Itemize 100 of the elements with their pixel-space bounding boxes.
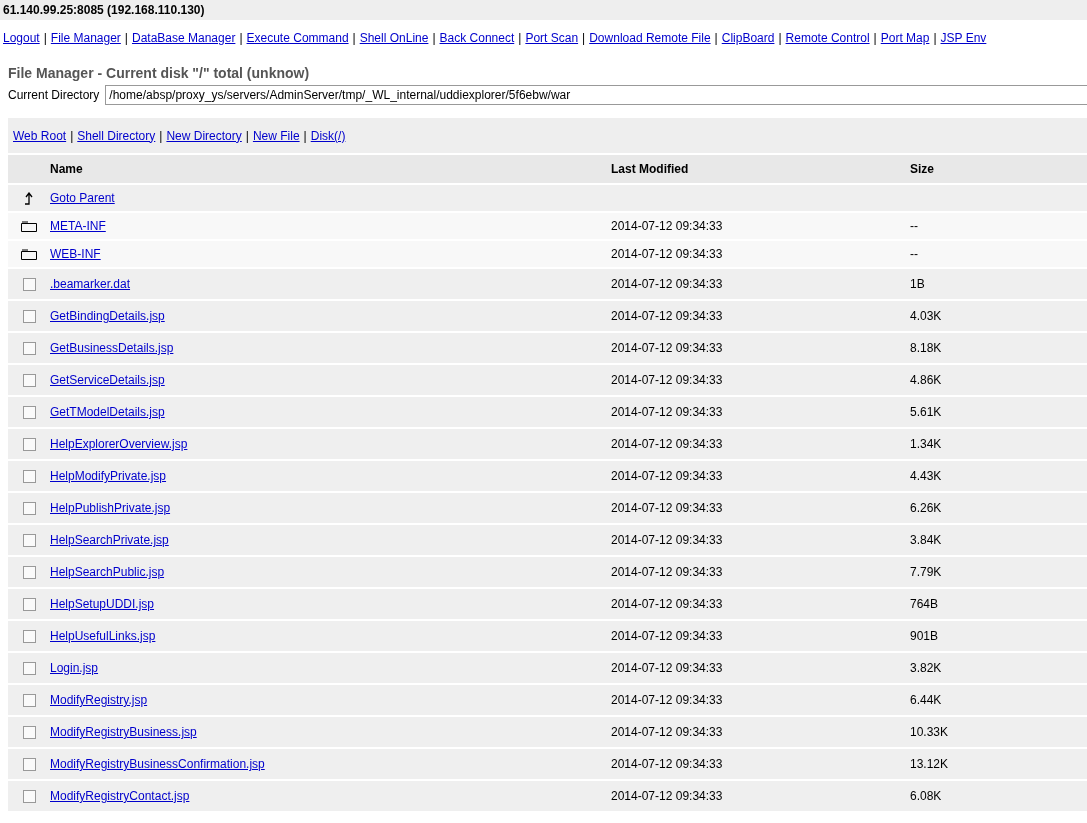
nav-link[interactable]: Download Remote File — [589, 31, 711, 45]
file-link[interactable]: ModifyRegistryBusiness.jsp — [50, 725, 197, 739]
separator: | — [777, 31, 783, 45]
file-size: 4.03K — [910, 309, 942, 323]
checkbox[interactable] — [22, 406, 36, 420]
modified-date: 2014-07-12 09:34:33 — [611, 789, 723, 803]
separator: | — [123, 31, 129, 45]
nav-link[interactable]: Port Scan — [525, 31, 579, 45]
nav-link[interactable]: DataBase Manager — [132, 31, 236, 45]
modified-date: 2014-07-12 09:34:33 — [611, 629, 723, 643]
separator: | — [431, 31, 437, 45]
column-header: Name — [50, 162, 83, 176]
file-link[interactable]: GetBusinessDetails.jsp — [50, 341, 174, 355]
file-size: 3.84K — [910, 533, 942, 547]
modified-date: 2014-07-12 09:34:33 — [611, 469, 723, 483]
host-address: 61.140.99.25:8085 (192.168.110.130) — [3, 3, 205, 17]
toolbar-link[interactable]: Web Root — [13, 128, 67, 143]
checkbox[interactable] — [22, 374, 36, 388]
nav-link[interactable]: Back Connect — [439, 31, 515, 45]
checkbox[interactable] — [22, 694, 36, 708]
modified-date: 2014-07-12 09:34:33 — [611, 693, 723, 707]
checkbox[interactable] — [22, 310, 36, 324]
toolbar-link[interactable]: New File — [252, 128, 300, 143]
modified-date: 2014-07-12 09:34:33 — [611, 725, 723, 739]
file-size: 1.34K — [910, 437, 942, 451]
modified-date: 2014-07-12 09:34:33 — [611, 565, 723, 579]
page-heading: File Manager - Current disk "/" total (unknow) — [8, 65, 310, 81]
modified-date: 2014-07-12 09:34:33 — [611, 341, 723, 355]
separator: | — [932, 31, 938, 45]
file-size: 7.79K — [910, 565, 942, 579]
nav-link[interactable]: Logout — [3, 31, 40, 45]
modified-date: 2014-07-12 09:34:33 — [611, 757, 723, 771]
nav-link[interactable]: ClipBoard — [721, 31, 775, 45]
directory-field[interactable]: /home/absp/proxy_ys/servers/AdminServer/tmp/_WL_internal/uddiexplorer/5f6ebw/war — [105, 85, 1087, 105]
checkbox[interactable] — [22, 470, 36, 484]
file-size: 6.26K — [910, 501, 942, 515]
nav-link[interactable]: Shell OnLine — [359, 31, 429, 45]
modified-date: 2014-07-12 09:34:33 — [611, 661, 723, 675]
file-link[interactable]: Login.jsp — [50, 661, 99, 675]
file-size: 8.18K — [910, 341, 942, 355]
separator: | — [69, 128, 75, 143]
toolbar-link[interactable]: New Directory — [166, 128, 242, 143]
toolbar-link[interactable]: Shell Directory — [77, 128, 156, 143]
nav-link[interactable]: Execute Command — [246, 31, 349, 45]
file-link[interactable]: HelpModifyPrivate.jsp — [50, 469, 167, 483]
checkbox[interactable] — [22, 630, 36, 644]
file-link[interactable]: GetBindingDetails.jsp — [50, 309, 165, 323]
modified-date: 2014-07-12 09:34:33 — [611, 373, 723, 387]
column-header: Last Modified — [611, 162, 689, 176]
file-link[interactable]: HelpUsefulLinks.jsp — [50, 629, 156, 643]
file-link[interactable]: HelpSetupUDDI.jsp — [50, 597, 155, 611]
file-size: 4.86K — [910, 373, 942, 387]
nav-link[interactable]: Port Map — [880, 31, 930, 45]
separator: | — [238, 31, 244, 45]
file-link[interactable]: ModifyRegistry.jsp — [50, 693, 148, 707]
file-size: 6.08K — [910, 789, 942, 803]
file-size: 5.61K — [910, 405, 942, 419]
modified-date: 2014-07-12 09:34:33 — [611, 501, 723, 515]
checkbox[interactable] — [22, 534, 36, 548]
file-link[interactable]: HelpSearchPublic.jsp — [50, 565, 165, 579]
file-size: 10.33K — [910, 725, 949, 739]
checkbox[interactable] — [22, 662, 36, 676]
file-link[interactable]: WEB-INF — [50, 247, 101, 261]
checkbox[interactable] — [22, 598, 36, 612]
modified-date: 2014-07-12 09:34:33 — [611, 597, 723, 611]
nav-link[interactable]: JSP Env — [940, 31, 987, 45]
checkbox[interactable] — [22, 726, 36, 740]
file-size: 13.12K — [910, 757, 949, 771]
checkbox[interactable] — [22, 278, 36, 292]
file-link[interactable]: GetServiceDetails.jsp — [50, 373, 165, 387]
file-link[interactable]: HelpPublishPrivate.jsp — [50, 501, 171, 515]
modified-date: 2014-07-12 09:34:33 — [611, 533, 723, 547]
up-arrow-icon — [24, 192, 34, 206]
folder-icon — [21, 221, 37, 233]
file-link[interactable]: HelpSearchPrivate.jsp — [50, 533, 169, 547]
separator: | — [158, 128, 164, 143]
modified-date: 2014-07-12 09:34:33 — [611, 277, 723, 291]
file-link[interactable]: ModifyRegistryBusinessConfirmation.jsp — [50, 757, 265, 771]
file-link[interactable]: GetTModelDetails.jsp — [50, 405, 165, 419]
checkbox[interactable] — [22, 342, 36, 356]
file-size: 1B — [910, 277, 925, 291]
nav-link[interactable]: Remote Control — [785, 31, 870, 45]
modified-date: 2014-07-12 09:34:33 — [611, 247, 723, 261]
file-link[interactable]: ModifyRegistryContact.jsp — [50, 789, 190, 803]
checkbox[interactable] — [22, 790, 36, 804]
file-link[interactable]: HelpExplorerOverview.jsp — [50, 437, 188, 451]
checkbox[interactable] — [22, 438, 36, 452]
checkbox[interactable] — [22, 566, 36, 580]
file-size: -- — [910, 247, 918, 261]
nav-link[interactable]: File Manager — [50, 31, 121, 45]
file-link[interactable]: Goto Parent — [50, 191, 115, 205]
file-link[interactable]: .beamarker.dat — [50, 277, 131, 291]
column-header: Size — [910, 162, 934, 176]
checkbox[interactable] — [22, 502, 36, 516]
file-link[interactable]: META-INF — [50, 219, 106, 233]
separator: | — [302, 128, 308, 143]
file-size: -- — [910, 219, 918, 233]
checkbox[interactable] — [22, 758, 36, 772]
toolbar-link[interactable]: Disk(/) — [310, 128, 346, 143]
directory-label: Current Directory — [8, 88, 100, 102]
